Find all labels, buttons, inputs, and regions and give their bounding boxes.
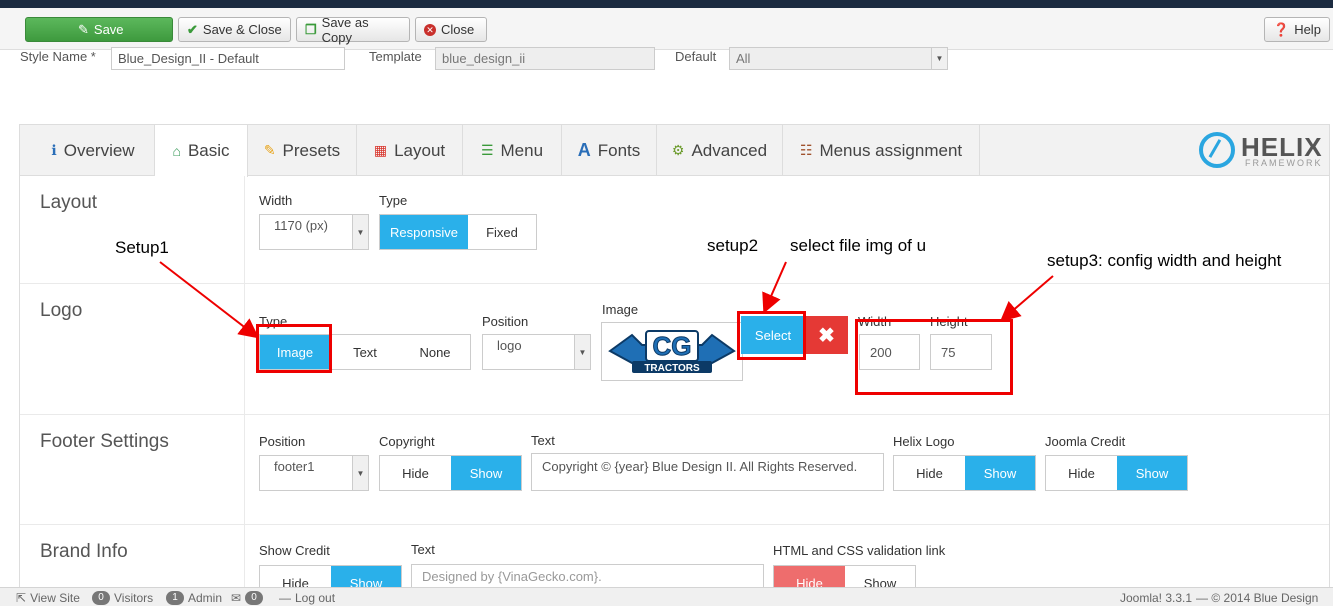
minus-icon: — xyxy=(279,591,291,605)
messages-count-badge: 0 xyxy=(245,591,264,605)
status-bar: ⇱ View Site 0 Visitors 1 Admin ✉ 0 — Log… xyxy=(0,587,1333,606)
footer-version: Joomla! 3.3.1 — © 2014 Blue Design xyxy=(1120,591,1319,605)
visitors-indicator[interactable]: 0 Visitors xyxy=(92,591,153,605)
admin-count-badge: 1 xyxy=(166,591,184,605)
visitors-count-badge: 0 xyxy=(92,591,110,605)
envelope-icon: ✉ xyxy=(231,591,242,605)
admin-indicator[interactable]: 1 Admin xyxy=(166,591,222,605)
logout-link[interactable]: — Log out xyxy=(279,591,335,605)
view-site-link[interactable]: ⇱ View Site xyxy=(16,591,80,605)
messages-indicator[interactable]: ✉ 0 xyxy=(231,591,264,605)
annotation-arrows xyxy=(159,261,1054,339)
external-link-icon: ⇱ xyxy=(16,591,27,605)
